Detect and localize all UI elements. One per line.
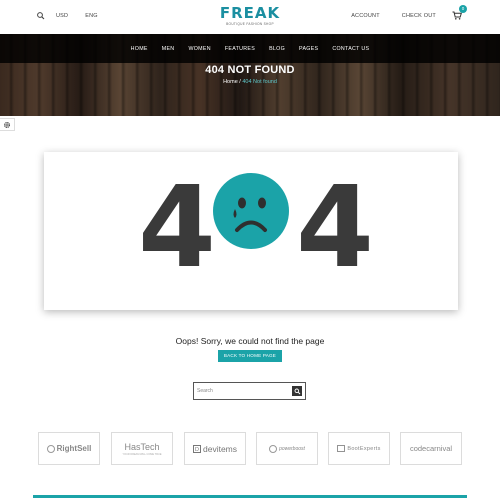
bootexperts-logo-icon <box>337 445 346 452</box>
rightsell-logo-icon <box>46 444 55 453</box>
nav-item-features[interactable]: FEATURES <box>225 46 255 52</box>
brand-logo-powerboost[interactable]: powerboost <box>256 432 318 465</box>
error-card: 4 4 <box>44 152 458 310</box>
svg-text:D: D <box>195 447 199 453</box>
nav-item-pages[interactable]: PAGES <box>299 46 318 52</box>
nav-item-contact-us[interactable]: CONTACT US <box>332 46 369 52</box>
brand-name: BootExperts <box>347 445 381 452</box>
brand-tagline: YOUR DREAM WILL COME TRUE <box>122 452 162 456</box>
top-bar: USD ENG FREAK BOUTIQUE FASHION SHOP ACCO… <box>0 0 500 34</box>
breadcrumb-current: 404 Not found <box>242 79 277 85</box>
nav-item-women[interactable]: WOMEN <box>188 46 210 52</box>
brand-logo-rightsell[interactable]: RightSell <box>38 432 100 465</box>
brand-name: RightSell <box>56 444 92 453</box>
brand-logos: RightSell HasTech YOUR DREAM WILL COME T… <box>38 432 462 465</box>
sad-face-icon <box>213 173 289 249</box>
brand-name: HasTech <box>124 441 160 452</box>
brand-logo-codecarnival[interactable]: codecarnival <box>400 432 462 465</box>
search-form <box>193 382 306 400</box>
page-hero: HOME MEN WOMEN FEATURES BLOG PAGES CONTA… <box>0 34 500 116</box>
logo-tagline: BOUTIQUE FASHION SHOP <box>226 22 274 26</box>
powerboost-logo-icon <box>269 444 278 453</box>
top-bar-right: ACCOUNT CHECK OUT 0 <box>329 5 467 20</box>
breadcrumb-home[interactable]: Home <box>223 79 238 85</box>
nav-item-home[interactable]: HOME <box>131 46 148 52</box>
nav-item-blog[interactable]: BLOG <box>269 46 285 52</box>
brand-logo-hastech[interactable]: HasTech YOUR DREAM WILL COME TRUE <box>111 432 173 465</box>
gear-icon <box>4 121 10 128</box>
brand-logo-bootexperts[interactable]: BootExperts <box>328 432 390 465</box>
search-submit-button[interactable] <box>292 386 302 396</box>
breadcrumb: Home / 404 Not found <box>0 79 500 85</box>
error-digit-left: 4 <box>138 163 216 293</box>
error-message: Oops! Sorry, we could not find the page <box>175 336 325 346</box>
search-input[interactable] <box>197 386 289 396</box>
search-icon <box>294 388 300 394</box>
settings-toggle[interactable] <box>0 118 15 131</box>
back-to-home-button[interactable]: BACK TO HOME PAGE <box>218 350 282 362</box>
main-nav: HOME MEN WOMEN FEATURES BLOG PAGES CONTA… <box>0 34 500 63</box>
footer-accent-line <box>33 495 467 498</box>
brand-name: devitems <box>202 443 237 454</box>
cart-count-badge: 0 <box>459 5 467 13</box>
page-title: 404 NOT FOUND <box>205 64 295 76</box>
brand-name: powerboost <box>279 445 305 452</box>
error-code-graphic: 4 4 <box>44 152 458 310</box>
devitems-logo-icon: D <box>192 444 201 453</box>
checkout-link[interactable]: CHECK OUT <box>402 13 436 19</box>
account-link[interactable]: ACCOUNT <box>351 13 380 19</box>
brand-name: codecarnival <box>409 444 453 453</box>
nav-item-men[interactable]: MEN <box>162 46 175 52</box>
brand-logo-devitems[interactable]: D devitems <box>184 432 246 465</box>
cart-button[interactable]: 0 <box>452 5 467 20</box>
error-digit-right: 4 <box>296 163 374 293</box>
